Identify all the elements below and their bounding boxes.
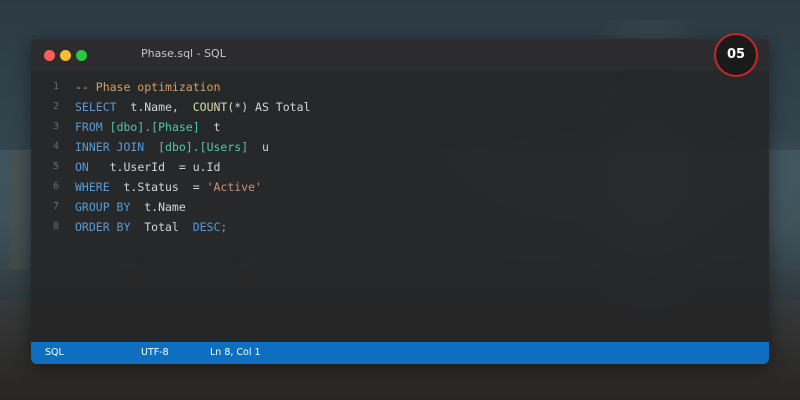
code-line[interactable]: 6 WHERE t.Status = 'Active' — [31, 177, 769, 197]
code-token: ON — [75, 160, 89, 174]
line-number: 2 — [52, 101, 59, 112]
line-number: 6 — [52, 181, 59, 192]
line-number: 1 — [52, 81, 59, 92]
line-number: 7 — [52, 201, 59, 212]
background-post — [10, 150, 28, 270]
line-number: 8 — [52, 221, 59, 232]
code-text: FROM [dbo].[Phase] t — [75, 117, 220, 137]
code-line[interactable]: 8 ORDER BY Total DESC; — [31, 217, 769, 237]
code-token: Total — [130, 220, 193, 234]
code-token: [dbo].[Phase] — [109, 120, 200, 134]
line-number: 4 — [52, 141, 59, 152]
code-token: WHERE — [75, 180, 110, 194]
code-token: (*) AS Total — [227, 100, 311, 114]
code-line[interactable]: 5 ON t.UserId = u.Id — [31, 157, 769, 177]
code-token: u — [248, 140, 269, 154]
code-token: t.Name, — [116, 100, 193, 114]
editor-window: Phase.sql - SQL 1 -- Phase optimization 2 S… — [31, 39, 769, 364]
code-token: COUNT — [192, 100, 228, 114]
code-line[interactable]: 7 GROUP BY t.Name — [31, 197, 769, 217]
code-token: DESC; — [192, 220, 228, 234]
maximize-window-button[interactable] — [76, 50, 87, 61]
code-token: [dbo].[Users] — [158, 140, 249, 154]
code-token: t.Name — [130, 200, 186, 214]
title-bar: Phase.sql - SQL — [31, 39, 769, 71]
code-text: GROUP BY t.Name — [75, 197, 186, 217]
code-line[interactable]: 1 -- Phase optimization — [31, 77, 769, 97]
code-text: ON t.UserId = u.Id — [75, 157, 220, 177]
code-text: SELECT t.Name, COUNT(*) AS Total — [75, 97, 310, 117]
code-token: FROM — [75, 120, 103, 134]
status-cursor-position[interactable]: Ln 8, Col 1 — [210, 347, 261, 358]
code-text: WHERE t.Status = 'Active' — [75, 177, 262, 197]
close-window-button[interactable] — [44, 50, 55, 61]
code-token: -- Phase optimization — [75, 80, 221, 94]
code-editor[interactable]: 1 -- Phase optimization 2 SELECT t.Name, CO… — [31, 77, 769, 237]
line-number: 3 — [52, 121, 59, 132]
minimize-window-button[interactable] — [60, 50, 71, 61]
step-badge: 05 — [714, 33, 758, 77]
status-language[interactable]: SQL — [45, 347, 64, 358]
code-token: INNER JOIN — [75, 140, 145, 154]
code-token: SELECT — [75, 100, 117, 114]
code-text: ORDER BY Total DESC; — [75, 217, 227, 237]
line-number: 5 — [52, 161, 59, 172]
code-text: INNER JOIN [dbo].[Users] u — [75, 137, 269, 157]
code-token: ORDER BY — [75, 220, 131, 234]
code-line[interactable]: 2 SELECT t.Name, COUNT(*) AS Total — [31, 97, 769, 117]
code-line[interactable]: 3 FROM [dbo].[Phase] t — [31, 117, 769, 137]
code-token: t.Status = — [109, 180, 207, 194]
code-token: t.UserId = u.Id — [88, 160, 221, 174]
code-token: GROUP BY — [75, 200, 131, 214]
code-token: 'Active' — [206, 180, 262, 194]
status-encoding[interactable]: UTF-8 — [141, 347, 169, 358]
code-line[interactable]: 4 INNER JOIN [dbo].[Users] u — [31, 137, 769, 157]
status-bar: SQL UTF-8 Ln 8, Col 1 — [31, 342, 769, 364]
window-title: Phase.sql - SQL — [141, 47, 226, 60]
code-text: -- Phase optimization — [75, 77, 220, 97]
code-token: t — [199, 120, 221, 134]
